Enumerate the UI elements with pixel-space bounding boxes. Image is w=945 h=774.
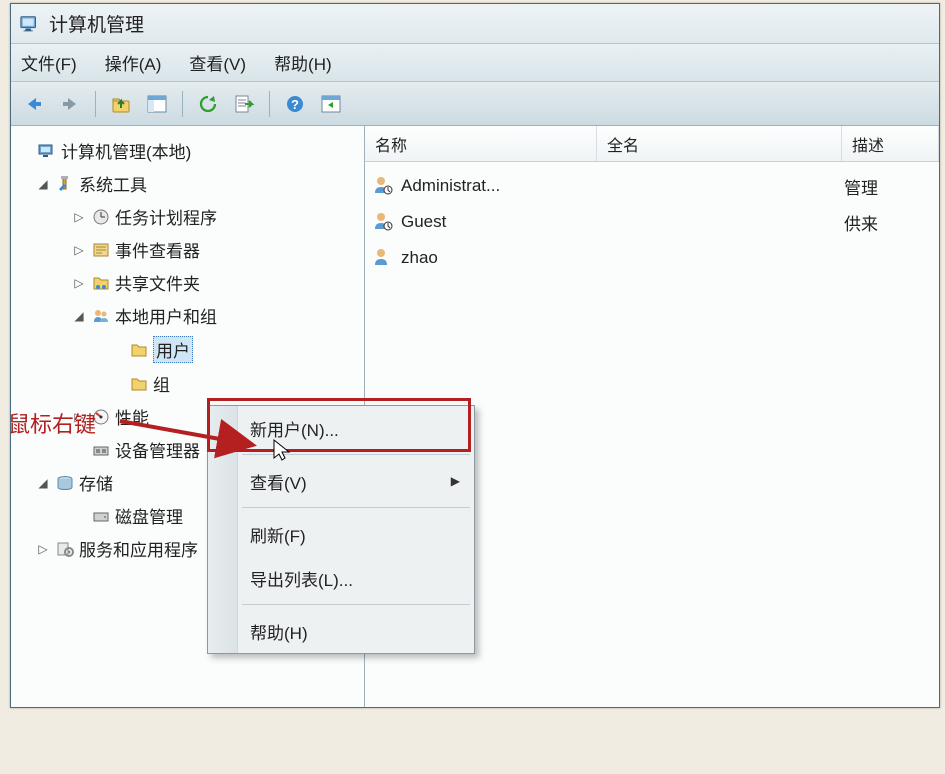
cursor-icon xyxy=(272,438,294,464)
refresh-button[interactable] xyxy=(193,89,223,119)
submenu-arrow-icon: ▶ xyxy=(451,474,460,488)
export-list-button[interactable] xyxy=(229,89,259,119)
services-icon xyxy=(55,539,75,559)
expand-icon[interactable]: ▷ xyxy=(71,275,87,291)
user-name: zhao xyxy=(401,248,599,268)
tree-task-scheduler[interactable]: ▷ 任务计划程序 xyxy=(15,200,360,233)
device-icon xyxy=(91,440,111,460)
menu-view[interactable]: 查看(V)▶ xyxy=(208,459,474,503)
computer-icon xyxy=(37,141,57,161)
menu-help[interactable]: 帮助(H) xyxy=(274,50,332,75)
annotation-label: 鼠标右键 xyxy=(8,407,96,439)
folder-icon xyxy=(129,374,149,394)
column-name[interactable]: 名称 xyxy=(365,126,597,161)
menu-separator xyxy=(242,604,470,605)
action-pane-button[interactable] xyxy=(316,89,346,119)
help-button[interactable]: ? xyxy=(280,89,310,119)
computer-management-window: 计算机管理 文件(F) 操作(A) 查看(V) 帮助(H) ? xyxy=(10,3,940,708)
up-level-button[interactable] xyxy=(106,89,136,119)
tree-label: 用户 xyxy=(153,336,193,363)
user-icon xyxy=(373,175,395,197)
tree-label: 服务和应用程序 xyxy=(79,536,198,561)
column-fullname[interactable]: 全名 xyxy=(597,126,842,161)
user-desc: 管理 xyxy=(844,174,878,199)
tree-local-users-groups[interactable]: ◢ 本地用户和组 xyxy=(15,299,360,332)
collapse-icon[interactable]: ◢ xyxy=(71,308,87,324)
menu-refresh[interactable]: 刷新(F) xyxy=(208,512,474,556)
user-row[interactable]: zhao xyxy=(373,240,931,276)
tree-label: 存储 xyxy=(79,470,113,495)
storage-icon xyxy=(55,473,75,493)
show-hide-tree-button[interactable] xyxy=(142,89,172,119)
list-header: 名称 全名 描述 xyxy=(365,126,939,162)
menubar: 文件(F) 操作(A) 查看(V) 帮助(H) xyxy=(11,44,939,82)
tools-icon xyxy=(55,174,75,194)
toolbar-separator xyxy=(182,91,183,117)
tree-shared-folders[interactable]: ▷ 共享文件夹 xyxy=(15,266,360,299)
user-icon xyxy=(373,247,395,269)
app-icon xyxy=(19,13,41,35)
tree-label: 磁盘管理 xyxy=(115,503,183,528)
back-button[interactable] xyxy=(19,89,49,119)
folder-icon xyxy=(129,340,149,360)
tree-label: 系统工具 xyxy=(79,171,147,196)
tree-label: 事件查看器 xyxy=(115,237,200,262)
tree-label: 本地用户和组 xyxy=(115,303,217,328)
tree-label: 组 xyxy=(153,371,170,396)
user-icon xyxy=(373,211,395,233)
column-description[interactable]: 描述 xyxy=(842,126,939,161)
user-name: Administrat... xyxy=(401,176,599,196)
menu-file[interactable]: 文件(F) xyxy=(21,50,77,75)
toolbar-separator xyxy=(269,91,270,117)
forward-button[interactable] xyxy=(55,89,85,119)
user-name: Guest xyxy=(401,212,599,232)
users-groups-icon xyxy=(91,306,111,326)
user-row[interactable]: Guest 供来 xyxy=(373,204,931,240)
event-icon xyxy=(91,240,111,260)
menu-separator xyxy=(242,507,470,508)
user-desc: 供来 xyxy=(844,210,878,235)
tree-root[interactable]: ▷ 计算机管理(本地) xyxy=(15,134,360,167)
tree-system-tools[interactable]: ◢ 系统工具 xyxy=(15,167,360,200)
window-title: 计算机管理 xyxy=(49,10,144,37)
shared-folder-icon xyxy=(91,273,111,293)
menu-view[interactable]: 查看(V) xyxy=(189,50,246,75)
toolbar-separator xyxy=(95,91,96,117)
titlebar: 计算机管理 xyxy=(11,4,939,44)
clock-icon xyxy=(91,207,111,227)
collapse-icon[interactable]: ◢ xyxy=(35,475,51,491)
annotation-arrow-icon xyxy=(115,413,265,463)
collapse-icon[interactable]: ◢ xyxy=(35,176,51,192)
tree-users[interactable]: ▷ 用户 xyxy=(15,332,360,367)
menu-export-list[interactable]: 导出列表(L)... xyxy=(208,556,474,600)
tree-groups[interactable]: ▷ 组 xyxy=(15,367,360,400)
svg-text:?: ? xyxy=(291,97,299,112)
user-row[interactable]: Administrat... 管理 xyxy=(373,168,931,204)
expand-icon[interactable]: ▷ xyxy=(35,541,51,557)
toolbar: ? xyxy=(11,82,939,126)
disk-icon xyxy=(91,506,111,526)
menu-action[interactable]: 操作(A) xyxy=(105,50,162,75)
tree-label: 计算机管理(本地) xyxy=(61,138,191,163)
menu-help[interactable]: 帮助(H) xyxy=(208,609,474,653)
tree-label: 共享文件夹 xyxy=(115,270,200,295)
tree-event-viewer[interactable]: ▷ 事件查看器 xyxy=(15,233,360,266)
tree-label: 任务计划程序 xyxy=(115,204,217,229)
expand-icon[interactable]: ▷ xyxy=(71,242,87,258)
expand-icon[interactable]: ▷ xyxy=(71,209,87,225)
